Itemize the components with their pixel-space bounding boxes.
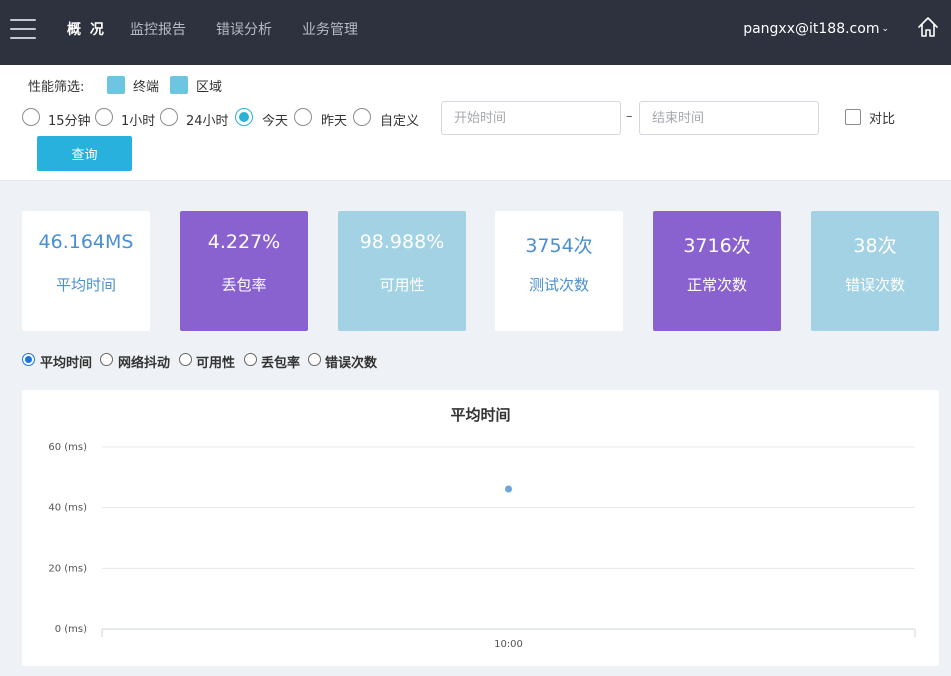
stat-value: 3716次 bbox=[683, 235, 751, 257]
metric-label-packet-loss[interactable]: 丢包率 bbox=[261, 352, 300, 371]
user-email: pangxx@it188.com bbox=[743, 21, 880, 37]
y-tick-label: 0 (ms) bbox=[55, 624, 87, 635]
radio-label-24hour[interactable]: 24小时 bbox=[186, 110, 229, 129]
y-tick-label: 60 (ms) bbox=[48, 442, 87, 453]
stat-value: 4.227% bbox=[207, 231, 281, 253]
metric-label-error-count[interactable]: 错误次数 bbox=[325, 352, 377, 371]
radio-label-15min[interactable]: 15分钟 bbox=[48, 110, 91, 129]
stat-label: 错误次数 bbox=[844, 276, 905, 294]
nav-tab-monitor-report[interactable]: 监控报告 bbox=[130, 19, 186, 39]
radio-label-yesterday[interactable]: 昨天 bbox=[321, 110, 347, 129]
radio-label-1hour[interactable]: 1小时 bbox=[121, 110, 155, 129]
query-button[interactable]: 查询 bbox=[37, 136, 132, 171]
y-tick-label: 20 (ms) bbox=[48, 563, 87, 574]
x-tick-label: 10:00 bbox=[494, 639, 523, 650]
avg-time-chart: 0 (ms) 20 (ms) 40 (ms) 60 (ms) 10:00 bbox=[48, 442, 916, 650]
stat-card-availability[interactable]: 98.988% 可用性 bbox=[338, 211, 466, 331]
metric-label-availability[interactable]: 可用性 bbox=[196, 352, 235, 371]
radio-24hour[interactable] bbox=[160, 108, 178, 126]
stat-label: 平均时间 bbox=[55, 276, 116, 294]
stat-card-normal-count[interactable]: 3716次 正常次数 bbox=[653, 211, 781, 331]
metric-radio-error-count[interactable] bbox=[308, 353, 321, 366]
stat-value: 46.164MS bbox=[38, 231, 134, 253]
user-menu[interactable]: pangxx@it188.com ⌄ bbox=[743, 21, 889, 37]
stat-card-error-count[interactable]: 38次 错误次数 bbox=[811, 211, 939, 331]
radio-custom[interactable] bbox=[353, 108, 371, 126]
compare-label[interactable]: 对比 bbox=[869, 108, 895, 127]
hamburger-menu-icon[interactable] bbox=[10, 19, 36, 39]
compare-checkbox[interactable] bbox=[845, 109, 861, 125]
nav-tab-overview[interactable]: 概 况 bbox=[67, 19, 106, 39]
radio-label-custom[interactable]: 自定义 bbox=[380, 110, 419, 129]
y-tick-label: 40 (ms) bbox=[48, 503, 87, 514]
metric-radio-jitter[interactable] bbox=[100, 353, 113, 366]
stat-label: 正常次数 bbox=[686, 276, 747, 294]
radio-15min[interactable] bbox=[22, 108, 40, 126]
stat-card-avg-time[interactable]: 46.164MS 平均时间 bbox=[22, 211, 150, 331]
top-navbar: 概 况 监控报告 错误分析 业务管理 pangxx@it188.com ⌄ bbox=[0, 0, 951, 65]
start-time-input[interactable] bbox=[441, 101, 621, 135]
legend-swatch-terminal[interactable] bbox=[107, 76, 125, 94]
stat-label: 可用性 bbox=[379, 276, 425, 294]
metric-radio-avg-time[interactable] bbox=[22, 353, 35, 366]
filter-label: 性能筛选: bbox=[28, 80, 85, 95]
data-point bbox=[505, 485, 512, 493]
stat-card-packet-loss[interactable]: 4.227% 丢包率 bbox=[180, 211, 308, 331]
metric-label-jitter[interactable]: 网络抖动 bbox=[118, 352, 170, 371]
chevron-down-icon: ⌄ bbox=[881, 24, 889, 34]
legend-label-terminal[interactable]: 终端 bbox=[133, 76, 159, 95]
filter-panel: 性能筛选: 终端 区域 15分钟 1小时 24小时 今天 昨天 自定义 – 对比… bbox=[0, 65, 951, 181]
end-time-input[interactable] bbox=[639, 101, 819, 135]
stat-value: 3754次 bbox=[525, 235, 593, 257]
radio-1hour[interactable] bbox=[95, 108, 113, 126]
range-dash: – bbox=[626, 109, 633, 124]
nav-tab-business-management[interactable]: 业务管理 bbox=[302, 19, 358, 39]
stat-value: 38次 bbox=[853, 235, 897, 257]
radio-yesterday[interactable] bbox=[294, 108, 312, 126]
stat-label: 测试次数 bbox=[528, 276, 589, 294]
radio-label-today[interactable]: 今天 bbox=[262, 110, 288, 129]
stat-card-test-count[interactable]: 3754次 测试次数 bbox=[495, 211, 623, 331]
stat-value: 98.988% bbox=[359, 231, 445, 253]
metric-radio-availability[interactable] bbox=[179, 353, 192, 366]
stat-label: 丢包率 bbox=[221, 276, 267, 294]
metric-radio-packet-loss[interactable] bbox=[244, 353, 257, 366]
nav-tab-error-analysis[interactable]: 错误分析 bbox=[216, 19, 272, 39]
radio-today[interactable] bbox=[235, 108, 253, 126]
legend-swatch-region[interactable] bbox=[170, 76, 188, 94]
legend-label-region[interactable]: 区域 bbox=[196, 76, 222, 95]
home-icon[interactable] bbox=[917, 16, 939, 38]
chart-panel: 平均时间 0 (ms) 20 (ms) 40 (ms) 60 (ms) 10:00 bbox=[22, 390, 939, 666]
metric-label-avg-time[interactable]: 平均时间 bbox=[40, 352, 92, 371]
